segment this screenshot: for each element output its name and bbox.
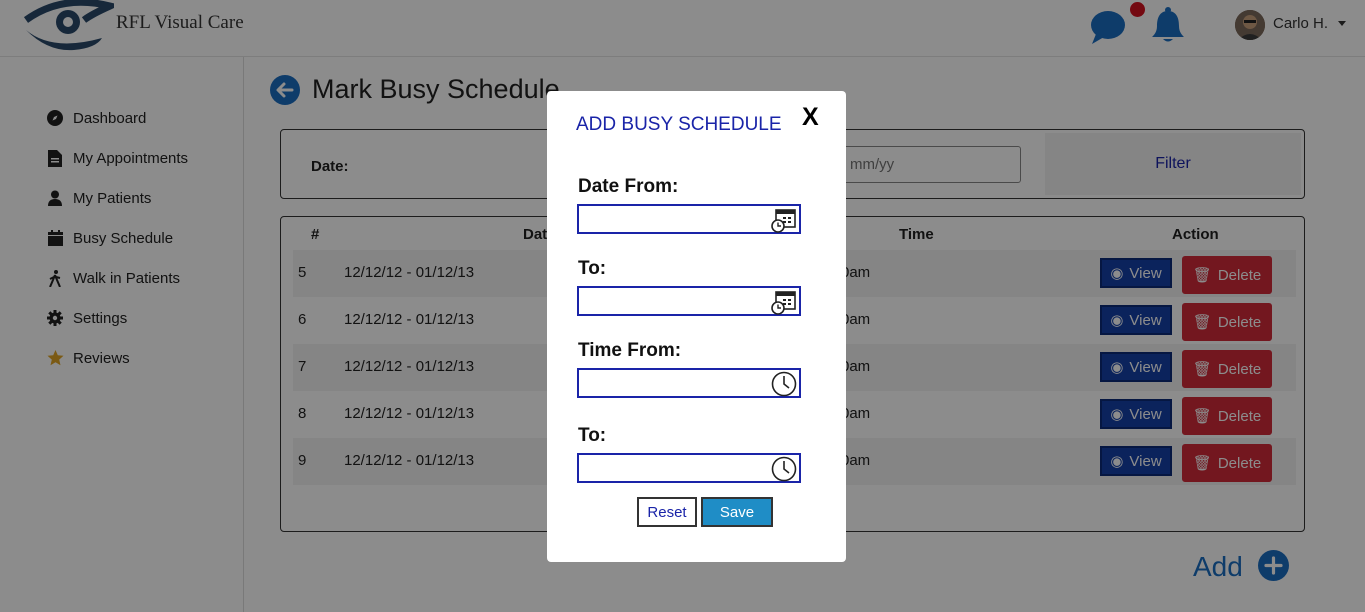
clock-icon[interactable] (771, 456, 797, 482)
time-to-field[interactable] (577, 453, 801, 483)
time-from-field[interactable] (577, 368, 801, 398)
date-to-label: To: (578, 258, 607, 279)
modal-title: ADD BUSY SCHEDULE (576, 114, 782, 135)
calendar-clock-icon[interactable] (771, 289, 797, 315)
reset-button[interactable]: Reset (637, 497, 697, 527)
time-to-label: To: (578, 425, 607, 446)
save-button[interactable]: Save (701, 497, 773, 527)
time-from-label: Time From: (578, 340, 682, 361)
date-from-label: Date From: (578, 176, 679, 197)
close-icon[interactable]: X (802, 103, 819, 132)
calendar-clock-icon[interactable] (771, 207, 797, 233)
date-to-field[interactable] (577, 286, 801, 316)
date-from-field[interactable] (577, 204, 801, 234)
add-busy-schedule-modal: ADD BUSY SCHEDULE X Date From: To: Time … (547, 91, 846, 562)
clock-icon[interactable] (771, 371, 797, 397)
